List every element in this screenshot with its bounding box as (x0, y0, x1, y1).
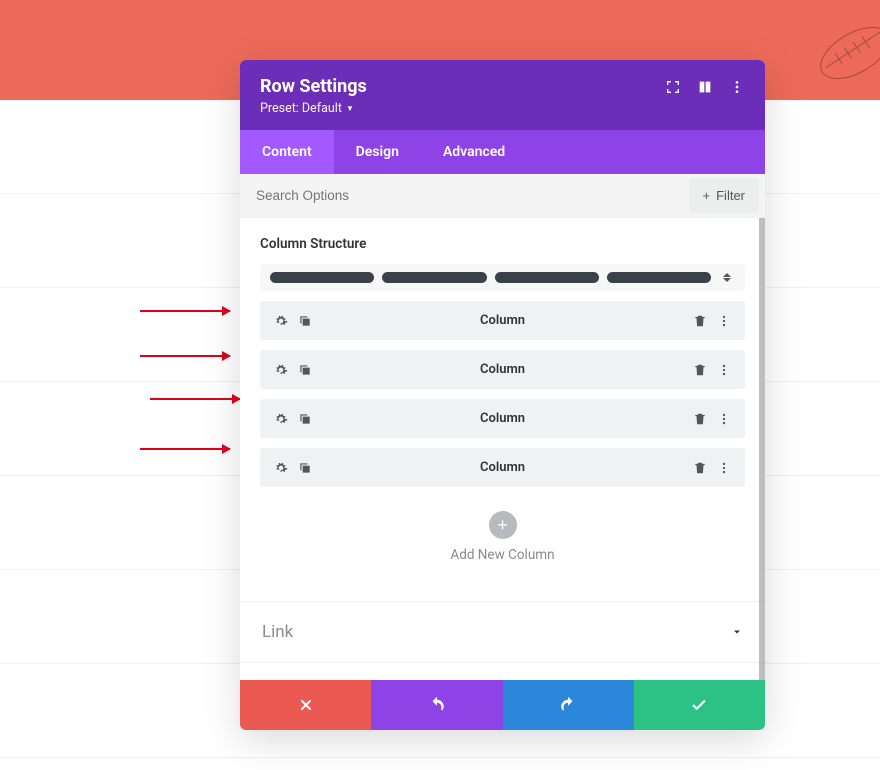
gear-icon[interactable] (274, 412, 288, 426)
scrollbar[interactable] (759, 218, 765, 680)
column-row[interactable]: Column (260, 301, 745, 340)
cancel-button[interactable] (240, 680, 371, 730)
column-label: Column (312, 362, 693, 377)
annotation-arrow (150, 398, 240, 400)
close-icon (298, 697, 314, 713)
gear-icon[interactable] (274, 363, 288, 377)
save-button[interactable] (634, 680, 765, 730)
column-structure-title: Column Structure (260, 236, 745, 252)
trash-icon[interactable] (693, 461, 707, 475)
more-vertical-icon[interactable] (717, 363, 731, 377)
annotation-arrow (140, 355, 230, 357)
undo-icon (428, 696, 446, 714)
column-structure-selector[interactable] (260, 264, 745, 291)
more-vertical-icon[interactable] (717, 314, 731, 328)
accordion-background[interactable]: Background (240, 662, 765, 680)
column-label: Column (312, 411, 693, 426)
row-settings-modal: Row Settings Preset: Default ▼ Content D… (240, 60, 765, 730)
tab-advanced[interactable]: Advanced (421, 130, 527, 174)
column-segment (607, 272, 711, 283)
column-label: Column (312, 460, 693, 475)
column-segment (270, 272, 374, 283)
duplicate-icon[interactable] (298, 412, 312, 426)
column-segment (495, 272, 599, 283)
modal-title: Row Settings (260, 76, 367, 97)
check-icon (690, 696, 708, 714)
trash-icon[interactable] (693, 314, 707, 328)
more-vertical-icon[interactable] (729, 79, 745, 95)
modal-footer (240, 680, 765, 730)
decorative-leaf-icon (810, 8, 880, 98)
accordion-link[interactable]: Link (240, 601, 765, 662)
duplicate-icon[interactable] (298, 461, 312, 475)
annotation-arrow (140, 310, 230, 312)
plus-icon: + (497, 516, 508, 534)
gear-icon[interactable] (274, 461, 288, 475)
add-column-button[interactable]: + (489, 511, 517, 539)
column-label: Column (312, 313, 693, 328)
column-row[interactable]: Column (260, 448, 745, 487)
undo-button[interactable] (371, 680, 502, 730)
duplicate-icon[interactable] (298, 363, 312, 377)
expand-icon[interactable] (665, 79, 681, 95)
redo-button[interactable] (503, 680, 634, 730)
gear-icon[interactable] (274, 314, 288, 328)
accordion-title: Link (262, 622, 293, 642)
layout-icon[interactable] (697, 79, 713, 95)
preset-label: Preset: Default (260, 101, 342, 116)
tab-design[interactable]: Design (334, 130, 421, 174)
add-column-label: Add New Column (260, 547, 745, 563)
more-vertical-icon[interactable] (717, 461, 731, 475)
filter-button[interactable]: + Filter (689, 178, 759, 213)
redo-icon (559, 696, 577, 714)
chevron-down-icon (731, 626, 743, 638)
search-input[interactable] (240, 176, 689, 215)
column-row[interactable]: Column (260, 350, 745, 389)
search-row: + Filter (240, 174, 765, 218)
preset-dropdown[interactable]: Preset: Default ▼ (260, 101, 354, 116)
modal-main: Column Structure Column (240, 218, 765, 680)
annotation-arrow (140, 448, 230, 450)
tab-bar: Content Design Advanced (240, 130, 765, 174)
caret-down-icon: ▼ (346, 104, 354, 113)
trash-icon[interactable] (693, 412, 707, 426)
tab-content[interactable]: Content (240, 130, 334, 174)
duplicate-icon[interactable] (298, 314, 312, 328)
trash-icon[interactable] (693, 363, 707, 377)
sort-icon[interactable] (719, 273, 735, 282)
column-segment (382, 272, 486, 283)
column-row[interactable]: Column (260, 399, 745, 438)
filter-label: Filter (716, 188, 745, 203)
modal-header: Row Settings Preset: Default ▼ (240, 60, 765, 130)
more-vertical-icon[interactable] (717, 412, 731, 426)
plus-icon: + (703, 188, 711, 203)
